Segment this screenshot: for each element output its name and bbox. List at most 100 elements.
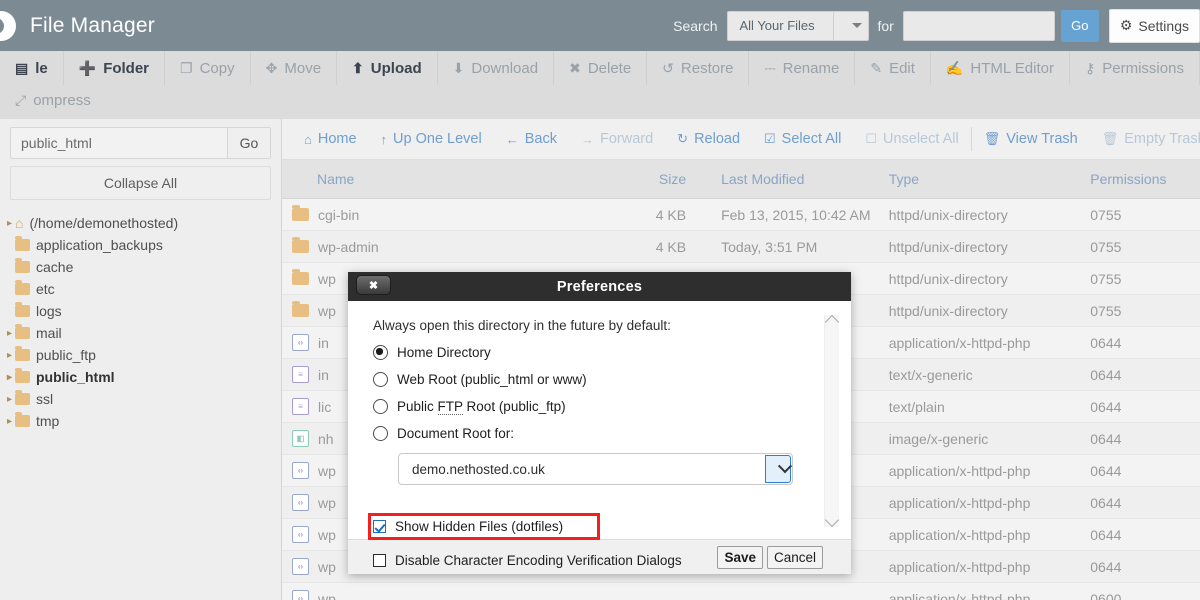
- table-row[interactable]: wp-admin 4 KB Today, 3:51 PM httpd/unix-dir…: [282, 231, 1200, 263]
- expand-arrow-icon[interactable]: ▸: [4, 416, 15, 427]
- file-icon: ▤: [15, 59, 29, 76]
- scroll-down-icon[interactable]: [824, 512, 840, 528]
- nav-reload-button[interactable]: ↻ Reload: [665, 127, 752, 151]
- expand-arrow-icon[interactable]: ▸: [4, 284, 15, 295]
- folder-icon: [15, 324, 30, 339]
- dialog-scrollbar[interactable]: [824, 314, 840, 528]
- html-editor-icon: ✍: [945, 59, 964, 76]
- cell-type: application/x-httpd-php: [888, 526, 1031, 543]
- expand-arrow-icon[interactable]: ▸: [4, 350, 15, 361]
- tree-node-label: etc: [36, 281, 55, 297]
- collapse-all-button[interactable]: Collapse All: [10, 166, 271, 200]
- radio-option-document-root-for[interactable]: Document Root for:: [373, 426, 835, 441]
- toolbar-folder-button[interactable]: ➕ Folder: [64, 51, 166, 85]
- search-scope-select[interactable]: All Your Files: [726, 10, 869, 41]
- checkbox-unchecked-icon[interactable]: [373, 553, 386, 567]
- tree-node-label: application_backups: [36, 237, 163, 253]
- toolbar-item-label: ompress: [33, 91, 91, 109]
- file-name-label: in: [318, 366, 329, 383]
- tree-node-application_backups[interactable]: ▸ application_backups: [0, 234, 281, 256]
- nav-select-all-button[interactable]: ☑ Select All: [752, 127, 853, 151]
- tree-node-logs[interactable]: ▸ logs: [0, 300, 281, 322]
- radio-unselected-icon[interactable]: [373, 399, 388, 414]
- toolbar-item-label: Restore: [680, 59, 734, 77]
- code-file-icon: ‹›: [292, 334, 309, 351]
- toolbar-copy-button: ❐ Copy: [165, 51, 251, 85]
- expand-arrow-icon[interactable]: ▸: [4, 394, 15, 405]
- preference-checkbox-group: Show Hidden Files (dotfiles) Disable Char…: [368, 513, 835, 571]
- checkbox-option-disable-character-encoding-verification-dialogs[interactable]: Disable Character Encoding Verification …: [373, 549, 835, 571]
- document-root-select[interactable]: demo.nethosted.co.uk: [398, 453, 793, 485]
- cell-permissions: 0755: [1090, 270, 1122, 287]
- close-icon[interactable]: ✖: [356, 275, 391, 295]
- radio-unselected-icon[interactable]: [373, 426, 388, 441]
- trash-icon: 🗑: [983, 131, 1001, 146]
- tree-node-etc[interactable]: ▸ etc: [0, 278, 281, 300]
- tree-node-ssl[interactable]: ▸ ssl: [0, 388, 281, 410]
- table-row[interactable]: cgi-bin 4 KB Feb 13, 2015, 10:42 AM httpd/u…: [282, 199, 1200, 231]
- sidebar-path-input[interactable]: [10, 127, 227, 159]
- scroll-up-icon[interactable]: [824, 314, 840, 330]
- compress-icon: ⤢: [15, 91, 27, 108]
- nav-up-one-level-button[interactable]: ↑ Up One Level: [369, 127, 494, 151]
- file-name-label: wp: [318, 302, 336, 319]
- checkbox-option-show-hidden-files-dotfiles[interactable]: Show Hidden Files (dotfiles): [368, 513, 600, 540]
- expand-arrow-icon[interactable]: ▸: [4, 262, 15, 273]
- file-name-label: nh: [318, 430, 334, 447]
- cell-permissions: 0644: [1090, 494, 1122, 511]
- column-header-name[interactable]: Name: [282, 171, 581, 187]
- cell-permissions: 0644: [1090, 462, 1122, 479]
- toolbar-item-label: Delete: [587, 59, 632, 77]
- tree-node-public_ftp[interactable]: ▸ public_ftp: [0, 344, 281, 366]
- nav-view-trash-button[interactable]: 🗑 View Trash: [970, 127, 1090, 151]
- circle-logo-icon: [0, 10, 16, 41]
- expand-arrow-icon[interactable]: ▸: [4, 218, 15, 229]
- sidebar-go-button[interactable]: Go: [227, 127, 271, 159]
- settings-button[interactable]: ⚙ Settings: [1108, 8, 1200, 43]
- expand-arrow-icon[interactable]: ▸: [4, 240, 15, 251]
- cell-type: application/x-httpd-php: [888, 558, 1031, 575]
- text-file-icon: ≡: [292, 366, 309, 383]
- toolbar-le-button[interactable]: ▤ le: [0, 51, 64, 85]
- preferences-dialog: ✖ Preferences Always open this directory…: [348, 272, 851, 574]
- chevron-down-icon[interactable]: [832, 11, 868, 40]
- search-go-button[interactable]: Go: [1060, 9, 1099, 42]
- radio-option-public-ftp-root-public-ftp[interactable]: Public FTP Root (public_ftp): [373, 399, 835, 415]
- radio-option-home-directory[interactable]: Home Directory: [373, 345, 835, 360]
- column-header-size[interactable]: Size: [581, 171, 686, 187]
- tree-node-cache[interactable]: ▸ cache: [0, 256, 281, 278]
- toolbar-restore-button: ↺ Restore: [647, 51, 750, 85]
- column-header-permissions[interactable]: Permissions: [1080, 171, 1200, 187]
- toolbar-upload-button[interactable]: ⬆ Upload: [337, 51, 438, 85]
- tree-node-tmp[interactable]: ▸ tmp: [0, 410, 281, 432]
- folder-icon: [15, 346, 30, 361]
- toolbar-ompress-button: ⤢ ompress: [0, 85, 106, 115]
- expand-arrow-icon[interactable]: ▸: [4, 306, 15, 317]
- file-name-label: lic: [318, 398, 332, 415]
- radio-selected-icon[interactable]: [373, 345, 388, 360]
- tree-node-mail[interactable]: ▸ mail: [0, 322, 281, 344]
- toolbar-delete-button: ✖ Delete: [554, 51, 648, 85]
- column-header-type[interactable]: Type: [881, 171, 1081, 187]
- cell-permissions: 0644: [1090, 526, 1122, 543]
- radio-option-web-root-public-html-or-www[interactable]: Web Root (public_html or www): [373, 372, 835, 387]
- nav-home-button[interactable]: ⌂ Home: [292, 127, 369, 151]
- expand-arrow-icon[interactable]: ▸: [4, 372, 15, 383]
- settings-label: Settings: [1138, 17, 1189, 34]
- nav-back-button[interactable]: ← Back: [494, 127, 569, 151]
- search-input[interactable]: [902, 10, 1055, 41]
- tree-node--home-demonethosted-[interactable]: ▸ ⌂ (/home/demonethosted): [0, 212, 281, 234]
- plus-icon: ➕: [78, 59, 97, 76]
- radio-unselected-icon[interactable]: [373, 372, 388, 387]
- cell-last-modified: Feb 13, 2015, 10:42 AM: [721, 206, 871, 223]
- brand: File Manager: [0, 10, 155, 41]
- column-header-last-modified[interactable]: Last Modified: [686, 171, 881, 187]
- expand-arrow-icon[interactable]: ▸: [4, 328, 15, 339]
- tree-node-public_html[interactable]: ▸ public_html: [0, 366, 281, 388]
- checkbox-checked-icon[interactable]: [373, 520, 386, 533]
- toolbar-item-label: Folder: [103, 59, 150, 77]
- table-row[interactable]: ‹› wp application/x-httpd-php 0600: [282, 583, 1200, 600]
- chevron-down-icon[interactable]: [765, 455, 792, 483]
- cell-type: httpd/unix-directory: [888, 206, 1008, 223]
- dialog-titlebar: ✖ Preferences: [348, 272, 851, 301]
